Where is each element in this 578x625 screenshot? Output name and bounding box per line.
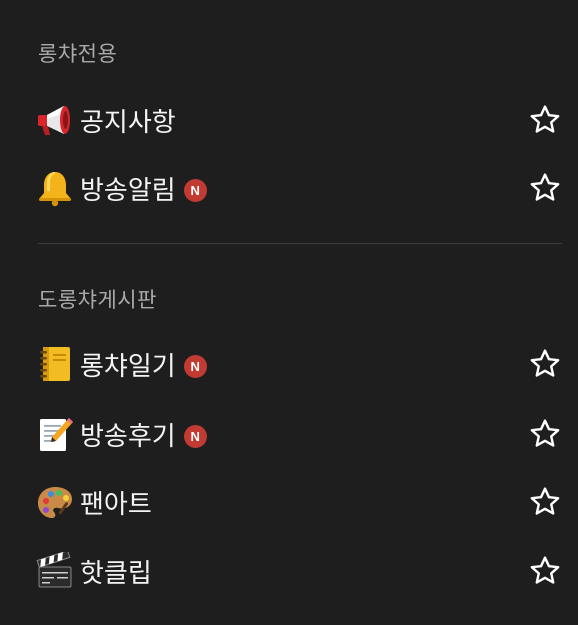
menu-item-label: 팬아트 [80,489,152,520]
megaphone-icon [36,101,74,139]
menu-item-hot-clip[interactable]: 핫클립 [0,541,578,601]
favorite-star-icon[interactable] [527,346,563,382]
memo-icon [36,415,74,453]
menu-item-broadcast-review[interactable]: 방송후기 N [0,404,578,464]
section-title-longcha-only: 롱챠전용 [38,42,118,66]
clapper-board-icon [36,552,74,590]
favorite-star-icon[interactable] [527,102,563,138]
menu-item-label: 핫클립 [80,558,152,589]
bell-icon [36,169,74,207]
favorite-star-icon[interactable] [527,170,563,206]
new-badge: N [183,354,207,378]
favorite-star-icon[interactable] [527,416,563,452]
menu-item-label: 롱챠일기 N [80,346,207,383]
favorite-star-icon[interactable] [527,484,563,520]
favorite-star-icon[interactable] [527,553,563,589]
palette-icon [36,483,74,521]
menu-item-label: 공지사항 [80,107,176,138]
new-badge: N [183,424,207,448]
section-divider [38,243,562,244]
notebook-icon [36,345,74,383]
menu-item-label: 방송후기 N [80,416,207,453]
menu-item-fanart[interactable]: 팬아트 [0,472,578,532]
new-badge: N [183,178,207,202]
menu-item-broadcast-alert[interactable]: 방송알림 N [0,158,578,218]
section-title-board: 도롱챠게시판 [38,288,157,312]
menu-item-label: 방송알림 N [80,170,207,207]
menu-item-diary[interactable]: 롱챠일기 N [0,334,578,394]
menu-item-notice[interactable]: 공지사항 [0,90,578,150]
